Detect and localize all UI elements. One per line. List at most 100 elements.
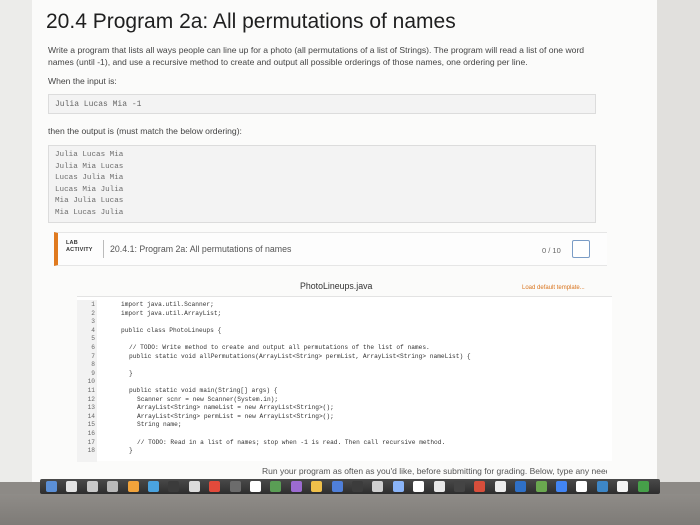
line-number: 7 bbox=[91, 352, 95, 360]
run-instructions: Run your program as often as you'd like,… bbox=[262, 466, 607, 476]
code-line[interactable]: 8 bbox=[77, 361, 612, 370]
dock-bar bbox=[40, 479, 660, 494]
line-number: 4 bbox=[91, 326, 95, 334]
dock-app-icon[interactable] bbox=[311, 481, 323, 492]
output-line: Mia Julia Lucas bbox=[55, 197, 124, 206]
dock-app-icon[interactable] bbox=[454, 481, 465, 492]
line-number: 6 bbox=[91, 344, 95, 351]
line-number: 18 bbox=[87, 447, 95, 455]
dock-app-icon[interactable] bbox=[576, 481, 588, 492]
dock-app-icon[interactable] bbox=[290, 481, 302, 492]
dock-app-icon[interactable] bbox=[86, 481, 98, 492]
browser-screen: 20.4 Program 2a: All permutations of nam… bbox=[0, 0, 700, 482]
code-line[interactable]: 4 public class PhotoLineups { bbox=[77, 327, 612, 336]
zybooks-page: 20.4 Program 2a: All permutations of nam… bbox=[32, 0, 657, 482]
code-line[interactable]: 1 import java.util.Scanner; bbox=[77, 301, 612, 310]
dock-app-icon[interactable] bbox=[617, 481, 629, 492]
output-line: Julia Lucas Mia bbox=[55, 151, 124, 159]
dock-app-icon[interactable] bbox=[270, 481, 282, 492]
line-number: 10 bbox=[87, 378, 95, 386]
code-text: } bbox=[129, 369, 133, 377]
line-number: 16 bbox=[87, 430, 95, 437]
output-line: Julia Mia Lucas bbox=[55, 162, 124, 171]
lab-title: 20.4.1: Program 2a: All permutations of … bbox=[110, 244, 292, 254]
line-number: 2 bbox=[91, 309, 95, 317]
code-text: ArrayList<String> nameList = new ArrayLi… bbox=[137, 404, 334, 412]
code-line[interactable]: 15 String name; bbox=[77, 421, 612, 430]
code-text: ArrayList<String> permList = new ArrayLi… bbox=[137, 412, 334, 420]
dock-app-icon[interactable] bbox=[352, 481, 363, 492]
code-text: String name; bbox=[137, 421, 182, 429]
dock-app-icon[interactable] bbox=[515, 481, 527, 492]
line-number: 9 bbox=[91, 369, 95, 377]
dock-app-icon[interactable] bbox=[188, 481, 200, 492]
output-example: Julia Lucas Mia Julia Mia Lucas Lucas Ju… bbox=[48, 145, 596, 223]
line-number: 13 bbox=[87, 404, 95, 412]
code-text: import java.util.ArrayList; bbox=[121, 309, 222, 317]
dock-app-icon[interactable] bbox=[637, 481, 649, 492]
code-editor[interactable]: 1 import java.util.Scanner; 2 import java.u… bbox=[77, 296, 612, 462]
line-number: 5 bbox=[91, 335, 95, 343]
lab-activity-header: LAB ACTIVITY 20.4.1: Program 2a: All per… bbox=[54, 232, 607, 266]
dock-app-icon[interactable] bbox=[107, 481, 119, 492]
dock-app-icon[interactable] bbox=[535, 481, 547, 492]
dock-app-icon[interactable] bbox=[229, 481, 241, 492]
page-margin bbox=[657, 0, 700, 482]
lab-divider bbox=[103, 240, 104, 258]
dock-app-icon[interactable] bbox=[66, 481, 78, 492]
code-line[interactable]: 10 bbox=[77, 378, 612, 387]
dock-app-icon[interactable] bbox=[433, 481, 445, 492]
code-line[interactable]: 7 public static void allPermutations(Arra… bbox=[77, 353, 612, 362]
dock-app-icon[interactable] bbox=[494, 481, 506, 492]
code-text: // TODO: Read in a list of names; stop w… bbox=[137, 438, 446, 446]
output-label: then the output is (must match the below… bbox=[48, 126, 242, 136]
output-line: Lucas Mia Julia bbox=[55, 185, 124, 194]
line-number: 12 bbox=[87, 395, 95, 403]
dock-app-icon[interactable] bbox=[392, 481, 404, 492]
dock-app-icon[interactable] bbox=[127, 481, 139, 492]
load-default-template-link[interactable]: Load default template... bbox=[522, 285, 585, 291]
code-line[interactable]: 2 import java.util.ArrayList; bbox=[77, 310, 612, 319]
dock-app-icon[interactable] bbox=[148, 481, 159, 492]
editor-filename: PhotoLineups.java bbox=[300, 281, 373, 291]
output-line: Lucas Julia Mia bbox=[55, 174, 124, 183]
code-line[interactable]: 16 bbox=[77, 430, 612, 439]
dock-app-icon[interactable] bbox=[209, 481, 221, 492]
code-line[interactable]: 18} bbox=[77, 447, 612, 456]
dock-app-icon[interactable] bbox=[413, 481, 425, 492]
code-line[interactable]: 5 bbox=[77, 335, 612, 344]
code-text: public static void main(String[] args) { bbox=[129, 387, 278, 394]
line-number: 17 bbox=[87, 438, 95, 446]
lab-score: 0 / 10 bbox=[542, 246, 561, 255]
line-number: 14 bbox=[87, 412, 95, 420]
line-number: 15 bbox=[87, 421, 95, 429]
dock-app-icon[interactable] bbox=[596, 481, 608, 492]
code-line[interactable]: 9} bbox=[77, 370, 612, 379]
line-number: 3 bbox=[91, 318, 95, 326]
dock-app-icon[interactable] bbox=[556, 481, 567, 492]
dock-app-icon[interactable] bbox=[250, 481, 261, 492]
code-text: public class PhotoLineups { bbox=[121, 326, 222, 334]
dock-app-icon[interactable] bbox=[46, 481, 57, 492]
dock-app-icon[interactable] bbox=[331, 481, 343, 492]
code-line[interactable]: 3 bbox=[77, 318, 612, 327]
problem-description: Write a program that lists all ways peop… bbox=[48, 45, 585, 67]
dock-app-icon[interactable] bbox=[168, 481, 180, 492]
input-label: When the input is: bbox=[48, 76, 117, 86]
code-text: public static void allPermutations(Array… bbox=[129, 352, 471, 360]
code-text: // TODO: Write method to create and outp… bbox=[129, 344, 430, 351]
code-line[interactable]: 6 // TODO: Write method to create and out… bbox=[77, 344, 612, 353]
output-line: Mia Lucas Julia bbox=[55, 208, 124, 217]
dock-app-icon[interactable] bbox=[372, 481, 384, 492]
line-number: 11 bbox=[87, 387, 95, 394]
code-line[interactable]: 14 ArrayList<String> permList = new Array… bbox=[77, 413, 612, 422]
input-example: Julia Lucas Mia -1 bbox=[48, 94, 596, 114]
dock-app-icon[interactable] bbox=[474, 481, 486, 492]
code-text: } bbox=[129, 447, 133, 455]
page-title: 20.4 Program 2a: All permutations of nam… bbox=[46, 10, 456, 33]
code-text: import java.util.Scanner; bbox=[121, 301, 214, 308]
code-line[interactable]: 12 Scanner scnr = new Scanner(System.in); bbox=[77, 396, 612, 405]
code-line[interactable]: 11 public static void main(String[] args)… bbox=[77, 387, 612, 396]
code-line[interactable]: 13 ArrayList<String> nameList = new Array… bbox=[77, 404, 612, 413]
code-line[interactable]: 17 // TODO: Read in a list of names; stop… bbox=[77, 439, 612, 448]
